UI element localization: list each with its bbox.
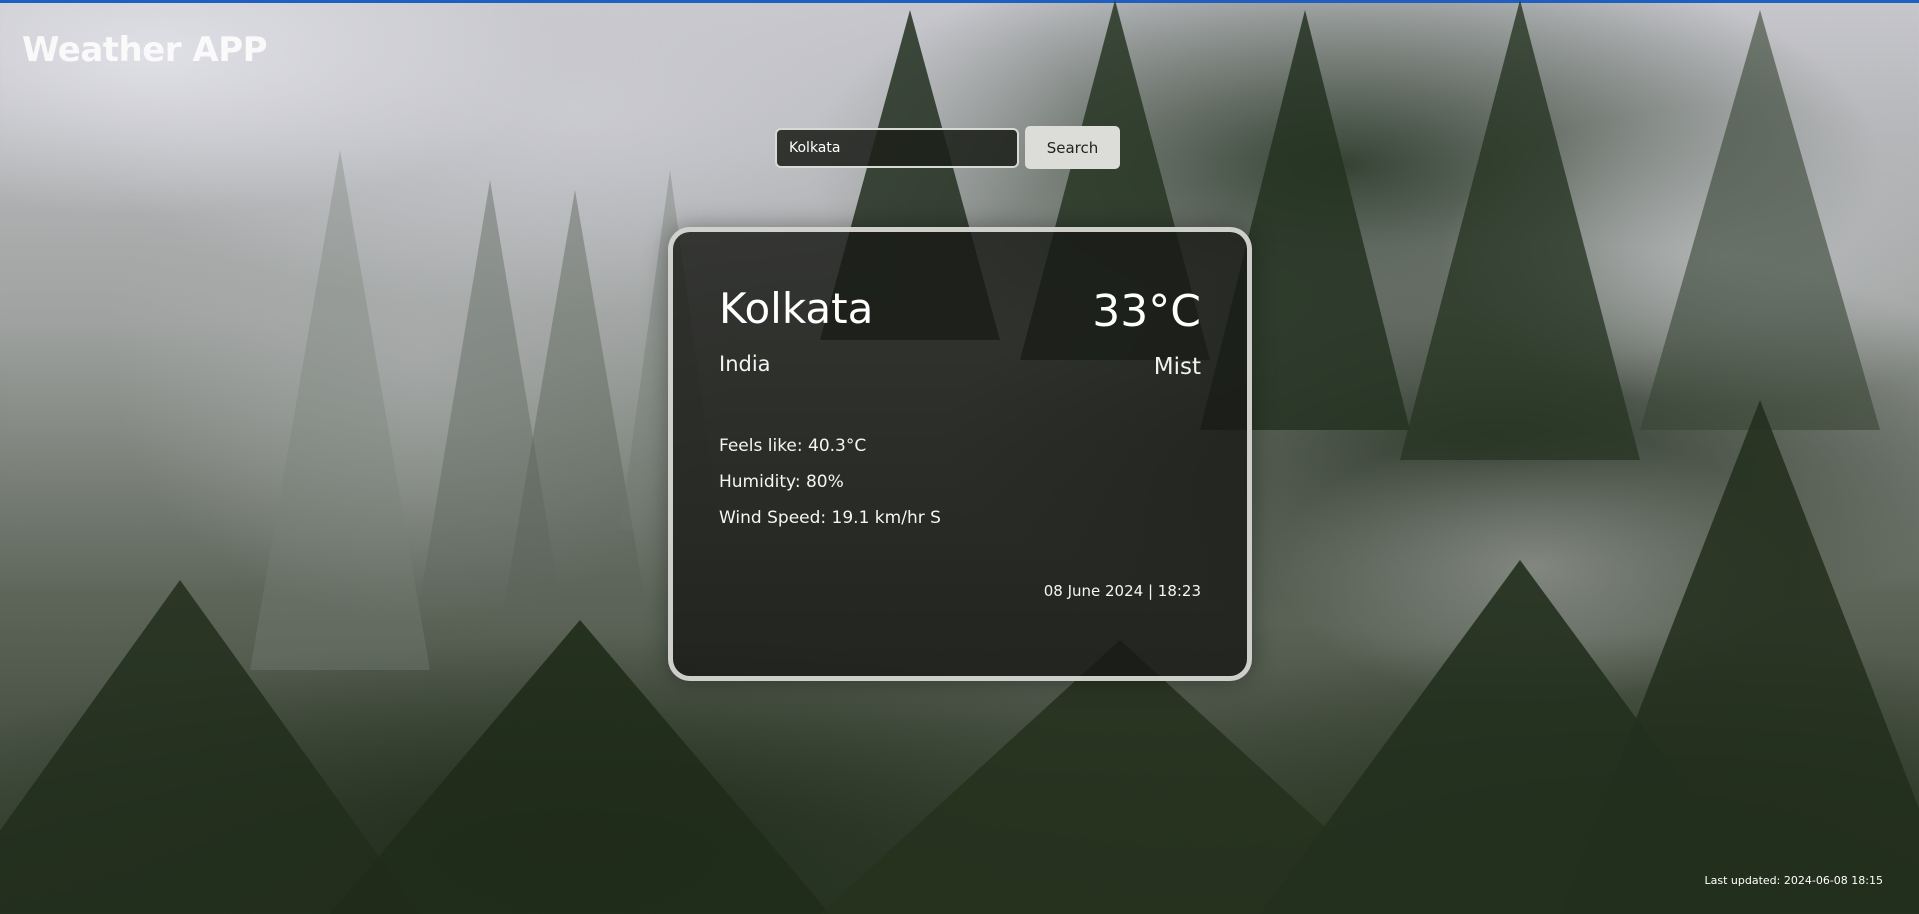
search-bar: Search	[775, 126, 1120, 169]
weather-details: Feels like: 40.3°C Humidity: 80% Wind Sp…	[719, 428, 941, 536]
wind-speed: Wind Speed: 19.1 km/hr S	[719, 508, 941, 528]
country-name: India	[719, 352, 771, 376]
last-updated: Last updated: 2024-06-08 18:15	[1704, 874, 1883, 887]
search-input[interactable]	[775, 127, 1019, 168]
weather-card: Kolkata India 33°C Mist Feels like: 40.3…	[668, 227, 1252, 681]
weather-condition: Mist	[1153, 354, 1201, 380]
date-time: 08 June 2024 | 18:23	[1043, 582, 1201, 600]
app-title: Weather APP	[22, 30, 268, 70]
humidity: Humidity: 80%	[719, 472, 844, 492]
search-button[interactable]: Search	[1025, 126, 1120, 169]
feels-like: Feels like: 40.3°C	[719, 436, 867, 456]
city-name: Kolkata	[719, 284, 874, 333]
temperature: 33°C	[1092, 286, 1201, 337]
